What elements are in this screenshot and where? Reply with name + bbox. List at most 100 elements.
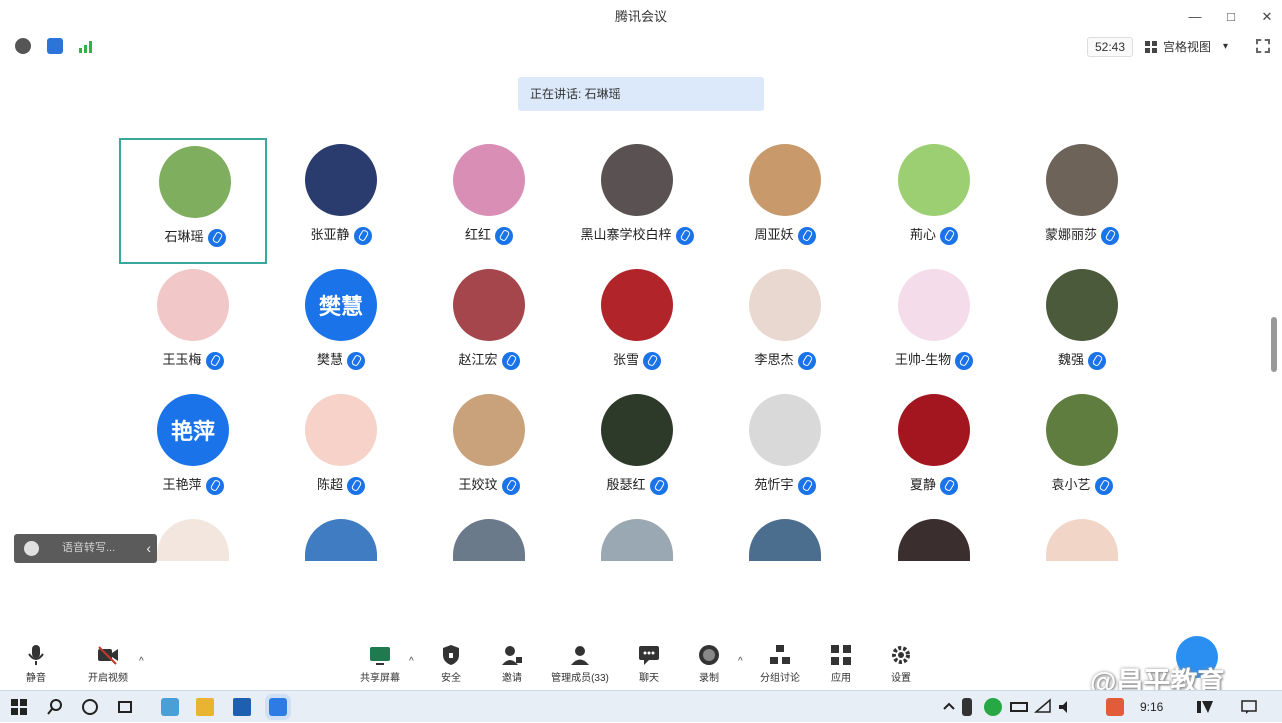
avatar: 艳萍 (157, 394, 229, 466)
participant-name-text: 王帅-生物 (894, 352, 952, 367)
view-mode-button[interactable]: 宫格视图 ▾ (1145, 37, 1228, 57)
mic-icon (28, 645, 44, 665)
breakout-rooms-button[interactable]: 分组讨论 (748, 642, 812, 686)
participant-tile[interactable]: 殷瑟红 (563, 388, 711, 514)
info-icon[interactable] (15, 38, 31, 54)
windows-start-icon[interactable] (10, 698, 28, 716)
participant-tile[interactable]: 魏强 (1008, 263, 1156, 389)
mic-status-icon (643, 351, 661, 370)
participant-name: 李思杰 (711, 349, 859, 370)
chat-button[interactable]: 聊天 (617, 642, 681, 686)
participant-name: 夏静 (860, 474, 1008, 495)
settings-button[interactable]: 设置 (869, 642, 933, 686)
participant-tile[interactable]: 夏静 (860, 388, 1008, 514)
share-screen-icon (370, 647, 390, 665)
avatar (749, 144, 821, 216)
notification-icon[interactable] (1240, 698, 1258, 716)
participant-name-text: 苑忻宇 (754, 477, 794, 492)
settings-label: 设置 (891, 673, 911, 684)
shield-icon[interactable] (47, 38, 63, 54)
wifi-icon[interactable] (1034, 698, 1052, 716)
usb-icon[interactable] (962, 698, 972, 716)
share-options-caret[interactable]: ^ (409, 656, 414, 667)
participant-name-text: 赵江宏 (458, 352, 498, 367)
participant-tile[interactable]: 陈超 (267, 388, 415, 514)
task-view-icon[interactable] (116, 698, 134, 716)
participant-tile[interactable]: 荊心 (860, 138, 1008, 264)
participant-tile[interactable]: 樊慧 樊慧 (267, 263, 415, 389)
avatar (305, 394, 377, 466)
minimize-button[interactable]: — (1188, 0, 1202, 34)
outlook-icon[interactable] (233, 698, 251, 716)
sogou-input-icon[interactable] (1106, 698, 1124, 716)
start-video-button[interactable]: 开启视频 (76, 642, 140, 686)
mute-button[interactable]: 静音 (4, 642, 68, 686)
file-explorer-icon[interactable] (196, 698, 214, 716)
participant-tile[interactable]: 张亚静 (267, 138, 415, 264)
mic-status-icon (1101, 226, 1119, 245)
tray-app-icon[interactable] (984, 698, 1002, 716)
avatar (1046, 269, 1118, 341)
tray-logo-icon[interactable] (1196, 698, 1214, 716)
participant-tile[interactable]: 王玉梅 (119, 263, 267, 389)
maximize-button[interactable]: □ (1224, 0, 1238, 34)
manage-members-button[interactable]: 管理成员(33) (548, 642, 612, 686)
participant-tile[interactable] (1008, 513, 1156, 563)
mic-status-icon (955, 351, 974, 370)
transcript-icon (24, 541, 39, 556)
participant-tile[interactable] (860, 513, 1008, 563)
battery-icon[interactable] (1010, 702, 1028, 712)
avatar (159, 146, 231, 218)
mic-status-icon (1094, 476, 1113, 495)
volume-icon[interactable] (1057, 698, 1075, 716)
participant-tile[interactable]: 苑忻宇 (711, 388, 859, 514)
search-icon[interactable] (46, 698, 64, 716)
collapse-arrow-icon[interactable]: ‹ (146, 534, 151, 563)
participant-tile[interactable] (267, 513, 415, 563)
mic-status-icon (347, 476, 365, 495)
meeting-timer: 52:43 (1087, 37, 1133, 57)
chevron-up-icon[interactable] (940, 698, 958, 716)
scrollbar[interactable] (1271, 317, 1277, 372)
app-icon-1[interactable] (161, 698, 179, 716)
participant-tile[interactable]: 艳萍王艳萍 (119, 388, 267, 514)
participant-tile[interactable]: 黑山寨学校白梓 (563, 138, 711, 264)
floating-transcript-panel[interactable]: 语音转写... ‹ (14, 534, 157, 563)
participant-tile[interactable]: 王帅-生物 (860, 263, 1008, 389)
avatar (1046, 519, 1118, 561)
participant-tile[interactable] (711, 513, 859, 563)
participant-tile[interactable]: 张雪 (563, 263, 711, 389)
view-mode-label: 宫格视图 (1163, 40, 1212, 54)
participant-tile[interactable]: 周亚妖 (711, 138, 859, 264)
share-screen-button[interactable]: 共享屏幕 (348, 642, 412, 686)
participant-tile[interactable] (563, 513, 711, 563)
participant-tile[interactable]: 红红 (415, 138, 563, 264)
record-button[interactable]: 录制 (677, 642, 741, 686)
participant-name-text: 王艳萍 (162, 477, 202, 492)
cortana-icon[interactable] (81, 698, 99, 716)
signal-icon[interactable] (78, 38, 94, 54)
participant-tile[interactable]: 袁小艺 (1008, 388, 1156, 514)
participant-name-text: 王玉梅 (162, 352, 202, 367)
participant-tile[interactable]: 李思杰 (711, 263, 859, 389)
apps-button[interactable]: 应用 (809, 642, 873, 686)
invite-button[interactable]: 邀请 (480, 642, 544, 686)
record-label: 录制 (699, 673, 719, 684)
participant-name: 苑忻宇 (711, 474, 859, 495)
participant-tile[interactable]: 赵江宏 (415, 263, 563, 389)
invite-label: 邀请 (502, 673, 522, 684)
fullscreen-icon[interactable] (1256, 39, 1270, 53)
record-options-caret[interactable]: ^ (738, 656, 743, 667)
participant-tile[interactable] (415, 513, 563, 563)
tencent-meeting-taskbar-icon[interactable] (269, 698, 287, 716)
close-button[interactable]: ✕ (1260, 0, 1274, 34)
security-button[interactable]: 安全 (419, 642, 483, 686)
ime-indicator[interactable] (1083, 698, 1101, 716)
participant-tile[interactable]: 王姣玟 (415, 388, 563, 514)
participant-name: 黑山寨学校白梓 (563, 224, 711, 245)
avatar: 樊慧 (305, 269, 377, 341)
video-options-caret[interactable]: ^ (139, 656, 144, 667)
participant-tile[interactable]: 石琳瑶 (119, 138, 267, 264)
participant-name: 王姣玟 (415, 474, 563, 495)
participant-tile[interactable]: 蒙娜丽莎 (1008, 138, 1156, 264)
